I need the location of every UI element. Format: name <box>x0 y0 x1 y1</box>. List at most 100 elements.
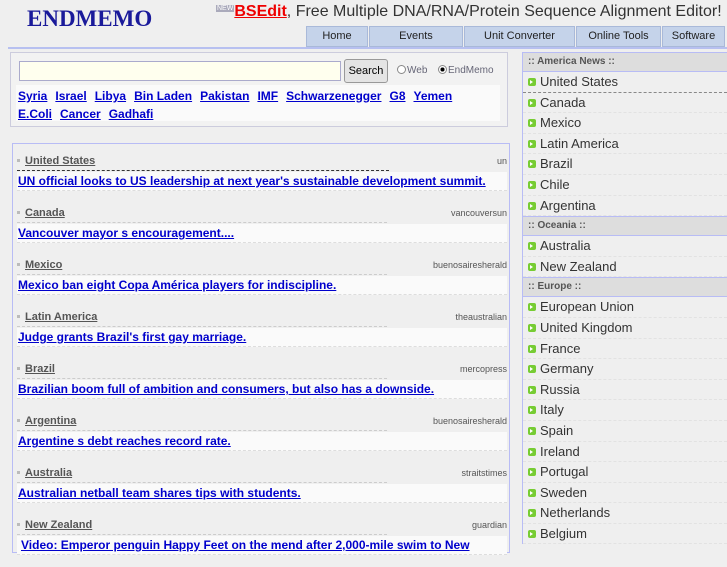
nav-online-tools[interactable]: Online Tools <box>576 26 661 47</box>
sidebar-item[interactable]: Portugal <box>523 462 727 483</box>
sidebar-item[interactable]: Belgium <box>523 524 727 545</box>
sidebar-item-label: Australia <box>540 238 591 254</box>
search-input[interactable] <box>19 61 341 81</box>
news-source: un <box>496 156 507 166</box>
nav-unit-converter[interactable]: Unit Converter <box>464 26 575 47</box>
news-panel: United States un UN official looks to US l… <box>12 143 510 555</box>
news-source: guardian <box>471 520 507 530</box>
sidebar-item[interactable]: United States <box>523 72 727 93</box>
news-source: buenosairesherald <box>432 260 507 270</box>
news-item: United States un UN official looks to US l… <box>17 151 507 203</box>
nav-software[interactable]: Software <box>662 26 725 47</box>
news-item: Latin America theaustralian Judge grants B… <box>17 307 507 359</box>
sidebar-item[interactable]: Sweden <box>523 483 727 504</box>
tag-link[interactable]: Bin Laden <box>134 89 192 103</box>
news-category-link[interactable]: New Zealand <box>25 519 92 531</box>
arrow-icon <box>528 447 536 456</box>
sidebar-item-label: Netherlands <box>540 505 611 521</box>
news-category-link[interactable]: Mexico <box>25 259 62 271</box>
sidebar-item[interactable]: Latin America <box>523 134 727 155</box>
tag-link[interactable]: Israel <box>55 89 86 103</box>
sidebar-item[interactable]: Germany <box>523 359 727 380</box>
search-button[interactable]: Search <box>344 59 388 83</box>
news-category-link[interactable]: Australia <box>25 467 72 479</box>
tag-link[interactable]: Pakistan <box>200 89 249 103</box>
bsedit-link[interactable]: BSEdit <box>234 3 286 20</box>
tag-link[interactable]: Cancer <box>60 107 101 121</box>
bullet-icon <box>17 471 20 474</box>
news-category-link[interactable]: Brazil <box>25 363 55 375</box>
sidebar-item[interactable]: Chile <box>523 175 727 196</box>
news-headline-link[interactable]: Judge grants Brazil's first gay marriage… <box>17 328 507 347</box>
sidebar-item[interactable]: Italy <box>523 400 727 421</box>
tag-link[interactable]: Schwarzenegger <box>286 89 381 103</box>
tag-link[interactable]: Syria <box>18 89 47 103</box>
bullet-icon <box>17 419 20 422</box>
arrow-icon <box>528 323 536 332</box>
sidebar-item[interactable]: European Union <box>523 297 727 318</box>
news-item: New Zealand guardian Video: Emperor pengui… <box>17 515 507 567</box>
sidebar-item[interactable]: Netherlands <box>523 503 727 524</box>
sidebar-item-label: European Union <box>540 299 634 315</box>
news-category-link[interactable]: Argentina <box>25 415 76 427</box>
arrow-icon <box>528 529 536 538</box>
bullet-icon <box>17 367 20 370</box>
tag-link[interactable]: Gadhafi <box>109 107 154 121</box>
news-source: vancouversun <box>450 208 507 218</box>
promo-banner[interactable]: NEWBSEdit, Free Multiple DNA/RNA/Protein… <box>216 3 722 21</box>
news-category-link[interactable]: Canada <box>25 207 65 219</box>
banner-text: , Free Multiple DNA/RNA/Protein Sequence… <box>286 3 722 20</box>
sidebar-item[interactable]: United Kingdom <box>523 318 727 339</box>
sidebar-item[interactable]: Brazil <box>523 154 727 175</box>
news-headline-link[interactable]: UN official looks to US leadership at ne… <box>17 172 507 191</box>
arrow-icon <box>528 344 536 353</box>
news-headline-link[interactable]: Video: Emperor penguin Happy Feet on the… <box>17 536 507 555</box>
radio-endmemo[interactable]: EndMemo <box>438 65 494 76</box>
news-headline-link[interactable]: Vancouver mayor s encouragement.... <box>17 224 507 243</box>
sidebar-item[interactable]: Argentina <box>523 196 727 217</box>
sidebar-item[interactable]: Canada <box>523 93 727 114</box>
tag-links: Syria Israel Libya Bin Laden Pakistan IMF Schw… <box>16 85 500 121</box>
news-source: mercopress <box>459 364 507 374</box>
nav-home[interactable]: Home <box>306 26 368 47</box>
radio-web[interactable]: Web <box>397 65 427 76</box>
arrow-icon <box>528 180 536 189</box>
radio-selected-icon <box>438 65 447 74</box>
tag-link[interactable]: Yemen <box>414 89 453 103</box>
news-headline-link[interactable]: Brazilian boom full of ambition and cons… <box>17 380 507 399</box>
arrow-icon <box>528 262 536 271</box>
news-category-link[interactable]: Latin America <box>25 311 97 323</box>
sidebar-section-header: :: Europe :: <box>523 277 727 298</box>
sidebar-item-label: France <box>540 340 581 356</box>
sidebar: :: America News :: United States Canada Mex… <box>522 52 727 545</box>
divider <box>17 482 387 483</box>
sidebar-item-label: Argentina <box>540 197 596 213</box>
sidebar-item[interactable]: Australia <box>523 236 727 257</box>
news-headline-link[interactable]: Argentine s debt reaches record rate. <box>17 432 507 451</box>
tag-link[interactable]: Libya <box>95 89 126 103</box>
tag-link[interactable]: G8 <box>389 89 405 103</box>
news-headline-link[interactable]: Mexico ban eight Copa América players fo… <box>17 276 507 295</box>
news-headline-link[interactable]: Australian netball team shares tips with… <box>17 484 507 503</box>
sidebar-item-label: Portugal <box>540 464 589 480</box>
logo[interactable]: ENDMEMO <box>27 6 152 32</box>
sidebar-item[interactable]: Spain <box>523 421 727 442</box>
tag-link[interactable]: E.Coli <box>18 107 52 121</box>
sidebar-item[interactable]: Ireland <box>523 442 727 463</box>
sidebar-item[interactable]: France <box>523 339 727 360</box>
sidebar-item-label: Mexico <box>540 115 582 131</box>
news-item: Australia straitstimes Australian netball … <box>17 463 507 515</box>
divider <box>17 170 389 171</box>
sidebar-item[interactable]: Russia <box>523 380 727 401</box>
nav-events[interactable]: Events <box>369 26 463 47</box>
radio-icon <box>397 65 406 74</box>
arrow-icon <box>528 385 536 394</box>
tag-link[interactable]: IMF <box>257 89 278 103</box>
arrow-icon <box>528 98 536 107</box>
news-category-link[interactable]: United States <box>25 155 95 167</box>
sidebar-item-label: Italy <box>540 402 564 418</box>
sidebar-item-label: Sweden <box>540 484 587 500</box>
sidebar-item[interactable]: Mexico <box>523 113 727 134</box>
arrow-icon <box>528 426 536 435</box>
sidebar-item[interactable]: New Zealand <box>523 257 727 278</box>
